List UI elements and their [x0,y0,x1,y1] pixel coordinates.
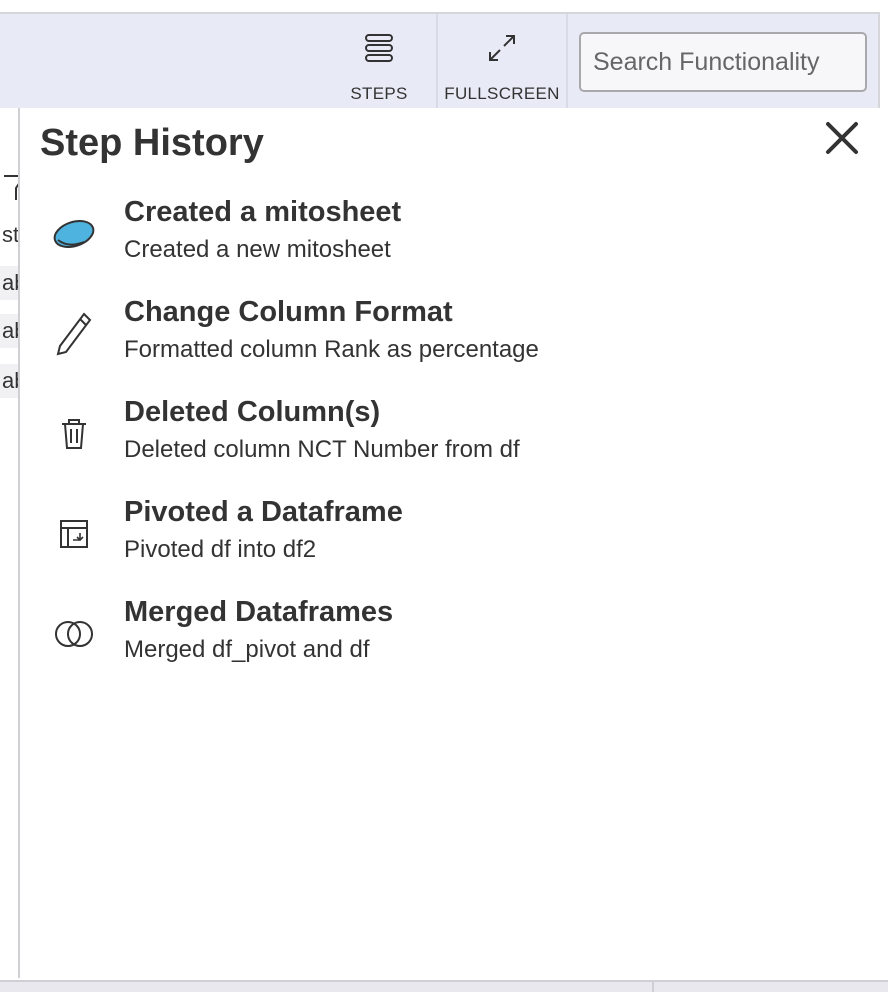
merge-icon [50,610,98,658]
step-title: Deleted Column(s) [124,396,381,428]
expand-icon [486,30,518,66]
steps-button[interactable]: STEPS [322,14,436,110]
sheet-cell[interactable]: ab [0,314,18,348]
step-item-merged-dataframes[interactable]: Merged Dataframes Merged df_pivot and df [46,596,806,676]
mito-logo-icon [50,210,98,258]
footer-divider [652,980,654,992]
search-input[interactable] [579,32,867,92]
step-description: Pivoted df into df2 [124,536,317,563]
pencil-icon [50,310,98,358]
step-title: Created a mitosheet [124,196,402,228]
step-title: Pivoted a Dataframe [124,496,403,528]
fullscreen-label: FULLSCREEN [444,84,560,103]
step-description: Deleted column NCT Number from df [124,436,520,463]
panel-title: Step History [40,122,264,164]
pivot-table-icon [50,510,98,558]
sheet-cell[interactable]: ab [0,364,18,398]
step-description: Created a new mitosheet [124,236,391,263]
step-description: Formatted column Rank as percentage [124,336,539,363]
step-item-pivoted-dataframe[interactable]: Pivoted a Dataframe Pivoted df into df2 [46,496,806,576]
filter-icon[interactable] [2,170,20,204]
toolbar: STEPS FULLSCREEN [0,12,880,110]
step-description: Merged df_pivot and df [124,636,370,663]
step-item-created-mitosheet[interactable]: Created a mitosheet Created a new mitosh… [46,196,806,276]
step-title: Merged Dataframes [124,596,394,628]
sheet-column-fragment: st ab ab ab [0,108,20,978]
sheet-cell[interactable]: st [0,218,18,252]
trash-icon [50,410,98,458]
sheet-cell[interactable]: ab [0,266,18,300]
step-history-panel: Step History Created a mitosheet Created… [22,108,880,980]
footer-bar [0,980,888,992]
close-icon[interactable] [822,118,862,158]
step-item-change-column-format[interactable]: Change Column Format Formatted column Ra… [46,296,806,376]
fullscreen-button[interactable]: FULLSCREEN [436,14,568,110]
steps-label: STEPS [350,84,408,103]
step-title: Change Column Format [124,296,453,328]
layers-icon [364,30,394,66]
step-item-deleted-columns[interactable]: Deleted Column(s) Deleted column NCT Num… [46,396,806,476]
